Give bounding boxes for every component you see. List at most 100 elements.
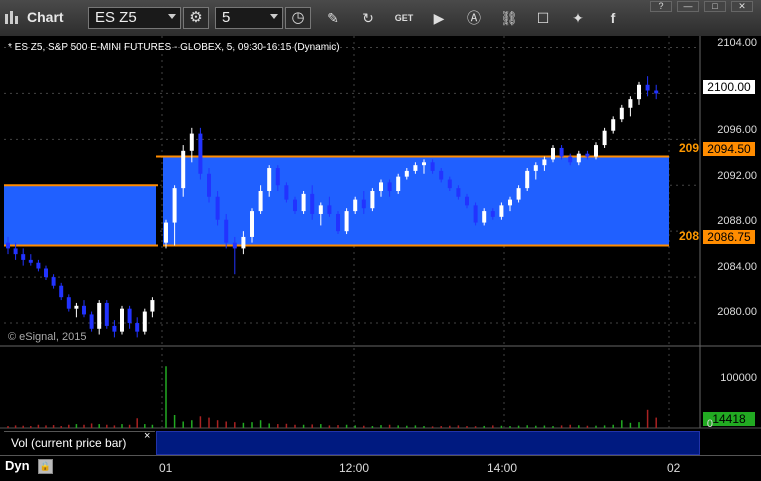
candle-body	[150, 300, 155, 312]
price-label: 2088.00	[717, 215, 757, 227]
candle-body	[301, 193, 306, 212]
candle-body	[568, 156, 573, 163]
minimize-button[interactable]: —	[677, 1, 699, 12]
candle-body	[310, 193, 315, 214]
candle-body	[611, 119, 616, 131]
candle-body	[59, 285, 64, 298]
candle-body	[181, 150, 186, 189]
copyright-text: © eSignal, 2015	[8, 331, 87, 343]
interval-combobox[interactable]: 5	[215, 7, 283, 29]
refresh-icon[interactable]: ↻	[357, 8, 379, 28]
play-icon[interactable]: ▶	[428, 8, 450, 28]
price-chart[interactable]	[0, 36, 761, 455]
candle-body	[439, 170, 444, 180]
volume-zero-label: 0	[706, 418, 713, 430]
candle-body	[413, 165, 418, 171]
candle-body	[112, 325, 117, 332]
candle-body	[396, 176, 401, 191]
candle-body	[66, 297, 71, 309]
price-label: 2092.00	[717, 170, 757, 182]
price-label: 2104.00	[717, 37, 757, 49]
get-icon[interactable]: GET	[393, 8, 415, 28]
candle-body	[258, 191, 263, 212]
clock-icon[interactable]: ◷	[285, 7, 311, 29]
candle-body	[51, 277, 56, 286]
interval-icon[interactable]: ⚙	[183, 7, 209, 29]
candle-body	[465, 196, 469, 206]
upper-level-label: 209	[679, 141, 700, 155]
candle-body	[379, 182, 383, 191]
symbol-value: ES Z5	[95, 9, 137, 26]
candle-body	[525, 170, 530, 189]
candle-body	[559, 147, 564, 157]
candle-body	[267, 168, 272, 191]
time-axis	[0, 455, 761, 481]
close-button[interactable]: ✕	[731, 1, 753, 12]
candle-body	[447, 179, 452, 189]
chevron-down-icon[interactable]	[270, 14, 278, 19]
candle-body	[473, 205, 478, 223]
candle-body	[361, 199, 366, 209]
candle-body	[585, 153, 590, 157]
candle-body	[21, 254, 26, 260]
candle-body	[135, 323, 140, 332]
chevron-down-icon[interactable]	[168, 14, 176, 19]
title-bar: Chart ES Z5 ⚙ 5 ◷ ✎ ↻ GET ▶ Ⓐ ⛓ ☐ ✦ f ? …	[0, 0, 761, 37]
candle-body	[456, 188, 461, 197]
candle-body	[275, 168, 280, 186]
candle-body	[516, 188, 521, 200]
lower-level-box: 2086.75	[703, 230, 755, 244]
candle-body	[189, 133, 194, 151]
window-title: Chart	[27, 9, 64, 25]
lock-icon[interactable]: 🔒	[38, 459, 53, 474]
candle-body	[353, 199, 358, 212]
chat-icon[interactable]: ☐	[532, 8, 554, 28]
candle-body	[422, 162, 426, 166]
candle-body	[13, 248, 18, 255]
draw-icon[interactable]: ✎	[322, 8, 344, 28]
candle-body	[172, 188, 177, 223]
candle-body	[44, 268, 48, 278]
facebook-icon[interactable]: f	[602, 8, 624, 28]
alert-icon[interactable]: Ⓐ	[463, 8, 485, 28]
candle-body	[370, 191, 375, 209]
candle-body	[215, 196, 220, 220]
candle-body	[89, 314, 94, 329]
candle-body	[28, 259, 33, 263]
study-bar	[156, 431, 700, 455]
candle-body	[508, 199, 512, 206]
candle-body	[224, 219, 229, 243]
candle-body	[36, 262, 41, 269]
mode-indicator[interactable]: Dyn	[5, 458, 30, 473]
symbol-combobox[interactable]: ES Z5	[88, 7, 181, 29]
candle-body	[637, 84, 641, 100]
candle-body	[602, 130, 607, 146]
price-label: 2084.00	[717, 261, 757, 273]
last-price-box: 2100.00	[703, 80, 755, 94]
candle-body	[645, 84, 650, 91]
candle-body	[628, 99, 633, 108]
candle-body	[576, 153, 581, 163]
twitter-icon[interactable]: ✦	[567, 8, 589, 28]
time-label: 14:00	[487, 461, 518, 475]
candle-body	[232, 242, 237, 249]
candle-body	[127, 308, 132, 324]
candle-body	[142, 311, 147, 332]
chart-icon	[4, 8, 22, 29]
candle-body	[619, 107, 624, 120]
close-icon[interactable]: ×	[144, 430, 150, 442]
help-button[interactable]: ?	[650, 1, 672, 12]
candle-body	[499, 205, 504, 217]
prev-session-band	[4, 185, 156, 246]
upper-level-box: 2094.50	[703, 142, 755, 156]
candle-body	[207, 173, 211, 197]
link-icon[interactable]: ⛓	[498, 8, 520, 28]
candle-body	[430, 162, 435, 171]
candle-body	[387, 182, 392, 191]
candle-body	[120, 308, 124, 332]
candle-body	[293, 199, 297, 212]
candle-body	[6, 242, 10, 249]
study-label[interactable]: Vol (current price bar)	[4, 431, 155, 456]
maximize-button[interactable]: □	[704, 1, 726, 12]
candle-body	[241, 236, 246, 249]
